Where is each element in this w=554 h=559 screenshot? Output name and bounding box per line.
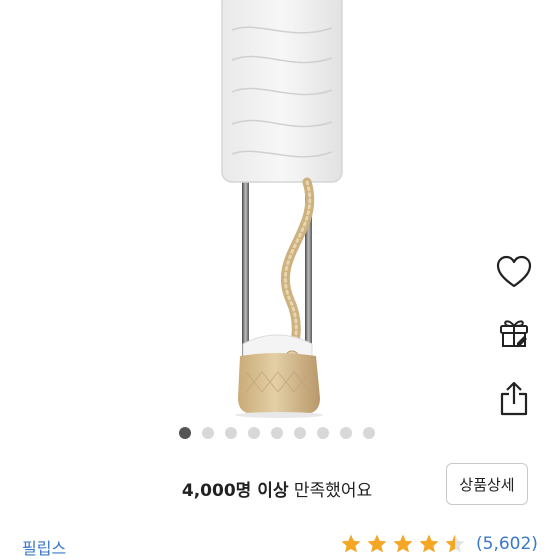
satisfaction-label: 만족했어요 — [288, 481, 373, 501]
carousel-dot[interactable] — [248, 427, 260, 439]
star-icon — [341, 534, 361, 553]
brand-link[interactable]: 필립스 — [22, 535, 66, 559]
star-icon — [419, 534, 439, 553]
rating[interactable]: (5,602) — [340, 532, 538, 556]
review-count[interactable]: (5,602) — [476, 534, 538, 554]
carousel-dot[interactable] — [317, 427, 329, 439]
share-icon — [500, 381, 528, 416]
heart-icon — [496, 255, 532, 288]
carousel-dot[interactable] — [179, 427, 191, 439]
wishlist-button[interactable] — [492, 250, 536, 294]
satisfaction-count: 4,000명 이상 — [181, 481, 289, 501]
gift-button[interactable] — [492, 310, 536, 354]
rating-stars — [340, 533, 470, 555]
carousel-dot[interactable] — [294, 427, 306, 439]
carousel-dot[interactable] — [225, 427, 237, 439]
gift-icon — [500, 320, 528, 347]
product-image[interactable] — [0, 0, 554, 418]
carousel-dot[interactable] — [340, 427, 352, 439]
share-button[interactable] — [492, 377, 536, 421]
carousel-indicator — [0, 426, 554, 440]
product-detail-button[interactable]: 상품상세 — [446, 463, 528, 505]
carousel-dot[interactable] — [271, 427, 283, 439]
star-icon — [393, 534, 413, 553]
carousel-dot[interactable] — [202, 427, 214, 439]
carousel-dot[interactable] — [363, 427, 375, 439]
star-icon — [367, 534, 387, 553]
star-icon — [445, 534, 465, 553]
